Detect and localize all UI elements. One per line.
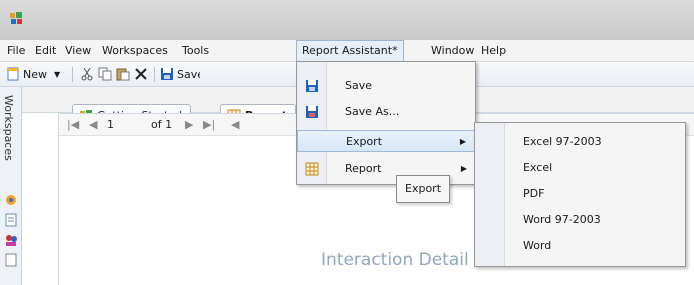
new-document-icon: [7, 67, 19, 81]
save-as-icon: [306, 106, 318, 118]
menu-item-save[interactable]: Save: [297, 75, 475, 97]
export-excel[interactable]: Excel: [523, 156, 552, 180]
back-icon[interactable]: ◀: [231, 117, 239, 133]
report-heading: Interaction Detail: [321, 250, 469, 270]
menu-item-save-label: Save: [345, 79, 373, 92]
menu-bar: File Edit View Workspaces Tools Report A…: [0, 40, 694, 62]
app-icon: [10, 12, 22, 24]
save-button[interactable]: Save: [160, 65, 200, 84]
export-word[interactable]: Word: [523, 234, 551, 258]
new-button-label: New: [23, 68, 47, 81]
save-button-label: Save: [177, 68, 200, 81]
menu-tools[interactable]: Tools: [177, 40, 214, 62]
title-bar: [0, 0, 694, 40]
menu-report-assistant[interactable]: Report Assistant*: [296, 40, 404, 62]
cut-icon[interactable]: [80, 67, 94, 81]
menu-window[interactable]: Window: [426, 40, 479, 62]
current-page-field[interactable]: 1: [107, 117, 114, 133]
menu-item-save-as-label: Save As...: [345, 105, 400, 118]
users-icon[interactable]: [4, 233, 18, 247]
menu-help[interactable]: Help: [476, 40, 511, 62]
report-assistant-menu: Save Save As... Export ▶ Report ▶: [296, 61, 476, 185]
sidebar-label[interactable]: Workspaces: [2, 95, 15, 161]
menu-edit[interactable]: Edit: [30, 40, 61, 62]
workspaces-sidebar: Workspaces: [0, 87, 22, 285]
menu-item-save-as[interactable]: Save As...: [297, 101, 475, 123]
menu-item-export[interactable]: Export ▶: [297, 130, 475, 152]
submenu-icon-column: [475, 123, 505, 266]
report-list-icon[interactable]: [4, 213, 18, 227]
export-pdf[interactable]: PDF: [523, 182, 544, 206]
page-total-label: of 1: [151, 118, 173, 131]
workspace-icon[interactable]: [4, 193, 18, 207]
delete-icon[interactable]: [134, 67, 148, 81]
paste-icon[interactable]: [116, 67, 130, 81]
last-page-icon[interactable]: ▶|: [203, 117, 215, 133]
menu-workspaces[interactable]: Workspaces: [97, 40, 173, 62]
next-page-icon[interactable]: ▶: [185, 117, 193, 133]
first-page-icon[interactable]: |◀: [67, 117, 79, 133]
export-excel-97-2003[interactable]: Excel 97-2003: [523, 130, 602, 154]
document-icon[interactable]: [4, 253, 18, 267]
export-tooltip: Export: [396, 175, 451, 203]
save-icon: [306, 80, 318, 92]
menu-file[interactable]: File: [2, 40, 30, 62]
export-submenu: Excel 97-2003 Excel PDF Word 97-2003 Wor…: [474, 122, 686, 267]
report-grid-icon: [305, 162, 319, 176]
menu-item-export-label: Export: [346, 135, 383, 148]
submenu-arrow-icon: ▶: [459, 137, 466, 146]
copy-icon[interactable]: [98, 67, 112, 81]
menu-item-report-label: Report: [345, 162, 382, 175]
new-button[interactable]: New ▼: [6, 65, 68, 84]
chevron-down-icon[interactable]: ▼: [54, 65, 60, 84]
toolbar-separator: [72, 67, 73, 82]
previous-page-icon[interactable]: ◀: [89, 117, 97, 133]
menu-view[interactable]: View: [60, 40, 96, 62]
toolbar-separator: [154, 67, 155, 82]
export-word-97-2003[interactable]: Word 97-2003: [523, 208, 601, 232]
submenu-arrow-icon: ▶: [460, 164, 467, 173]
save-icon: [161, 68, 173, 80]
